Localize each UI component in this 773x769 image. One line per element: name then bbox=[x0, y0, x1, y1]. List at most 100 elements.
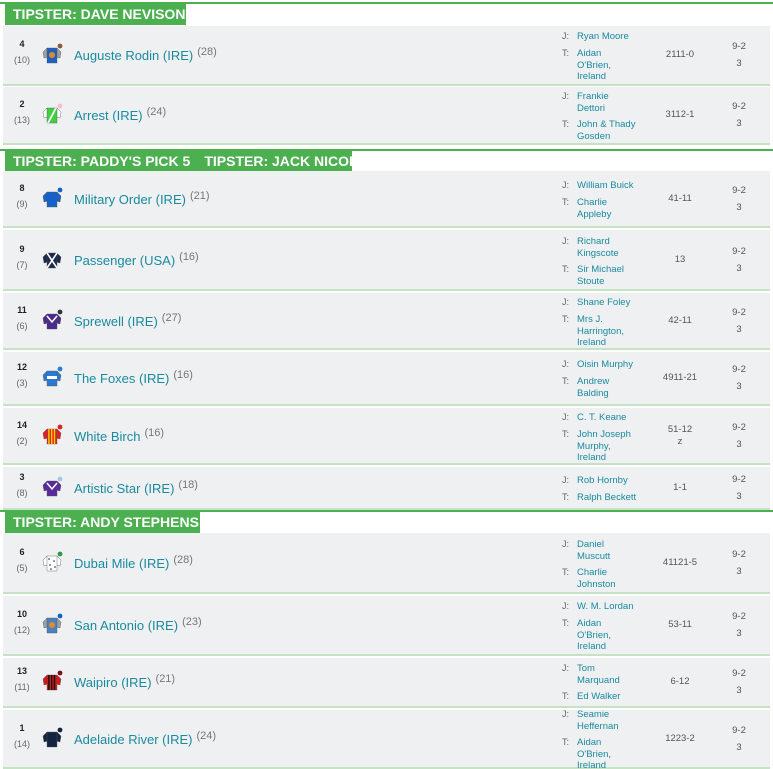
trainer-name-line[interactable]: Charlie bbox=[577, 197, 643, 209]
jockey-name-line[interactable]: William Buick bbox=[577, 180, 643, 192]
odds-bottom[interactable]: 3 bbox=[726, 566, 752, 577]
horse-name-link[interactable]: Military Order (IRE) (21) bbox=[74, 190, 210, 207]
trainer-name-line[interactable]: Ralph Beckett bbox=[577, 492, 643, 504]
horse-name-link[interactable]: White Birch (16) bbox=[74, 427, 164, 444]
odds-top[interactable]: 9-2 bbox=[726, 611, 752, 622]
horse-name-text[interactable]: Military Order (IRE) bbox=[74, 192, 186, 207]
runner-row[interactable]: 6 (5) Dubai Mile (IRE) (28) J: Daniel Muscutt T… bbox=[3, 533, 770, 594]
odds-top[interactable]: 9-2 bbox=[726, 307, 752, 318]
horse-name-text[interactable]: San Antonio (IRE) bbox=[74, 618, 178, 633]
trainer-name-line[interactable]: O'Brien, bbox=[577, 749, 643, 761]
jockey-name[interactable]: Oisin Murphy bbox=[577, 359, 643, 371]
jockey-name-line[interactable]: Richard bbox=[577, 236, 643, 248]
odds-bottom[interactable]: 3 bbox=[726, 202, 752, 213]
odds-top[interactable]: 9-2 bbox=[726, 364, 752, 375]
trainer-name-line[interactable]: Gosden bbox=[577, 131, 643, 143]
trainer-name-line[interactable]: Charlie bbox=[577, 567, 643, 579]
jockey-name[interactable]: William Buick bbox=[577, 180, 643, 192]
horse-name-link[interactable]: Adelaide River (IRE) (24) bbox=[74, 730, 216, 747]
runner-row[interactable]: 13 (11) Waipiro (IRE) (21) J: Tom Marquand T: Ed… bbox=[3, 658, 770, 708]
jockey-name-line[interactable]: Heffernan bbox=[577, 721, 643, 733]
odds-bottom[interactable]: 3 bbox=[726, 381, 752, 392]
jockey-name[interactable]: Ryan Moore bbox=[577, 31, 643, 43]
trainer-name-line[interactable]: Aidan bbox=[577, 48, 643, 60]
odds-top[interactable]: 9-2 bbox=[726, 668, 752, 679]
odds-top[interactable]: 9-2 bbox=[726, 101, 752, 112]
runner-row[interactable]: 12 (3) The Foxes (IRE) (16) J: Oisin Murphy T:… bbox=[3, 352, 770, 406]
horse-name-link[interactable]: San Antonio (IRE) (23) bbox=[74, 616, 202, 633]
trainer-name[interactable]: Sir Michael Stoute bbox=[577, 264, 643, 287]
trainer-name[interactable]: Ed Walker bbox=[577, 691, 643, 703]
trainer-name[interactable]: John & Thady Gosden bbox=[577, 119, 643, 142]
trainer-name-line[interactable]: Ireland bbox=[577, 337, 643, 349]
trainer-name-line[interactable]: O'Brien, bbox=[577, 60, 643, 72]
horse-name-link[interactable]: Arrest (IRE) (24) bbox=[74, 106, 166, 123]
jockey-name-line[interactable]: Rob Hornby bbox=[577, 475, 643, 487]
odds-top[interactable]: 9-2 bbox=[726, 474, 752, 485]
jockey-name[interactable]: C. T. Keane bbox=[577, 412, 643, 424]
trainer-name-line[interactable]: Ireland bbox=[577, 760, 643, 769]
jockey-name[interactable]: Rob Hornby bbox=[577, 475, 643, 487]
trainer-name-line[interactable]: Andrew bbox=[577, 376, 643, 388]
odds-top[interactable]: 9-2 bbox=[726, 185, 752, 196]
trainer-name[interactable]: Mrs J. Harrington, Ireland bbox=[577, 314, 643, 349]
trainer-name-line[interactable]: Aidan bbox=[577, 618, 643, 630]
jockey-name-line[interactable]: Muscutt bbox=[577, 551, 643, 563]
trainer-name-line[interactable]: John Joseph bbox=[577, 429, 643, 441]
trainer-name-line[interactable]: John & Thady bbox=[577, 119, 643, 131]
runner-row[interactable]: 14 (2) White Birch (16) J: C. T. Keane T: John … bbox=[3, 408, 770, 465]
runner-row[interactable]: 3 (8) Artistic Star (IRE) (18) J: Rob Hornby T… bbox=[3, 467, 770, 510]
jockey-name[interactable]: Tom Marquand bbox=[577, 663, 643, 686]
trainer-name-line[interactable]: Aidan bbox=[577, 737, 643, 749]
odds-bottom[interactable]: 3 bbox=[726, 324, 752, 335]
trainer-name-line[interactable]: Appleby bbox=[577, 209, 643, 221]
odds-top[interactable]: 9-2 bbox=[726, 725, 752, 736]
horse-name-text[interactable]: Arrest (IRE) bbox=[74, 108, 143, 123]
trainer-name[interactable]: Andrew Balding bbox=[577, 376, 643, 399]
jockey-name-line[interactable]: Daniel bbox=[577, 539, 643, 551]
jockey-name-line[interactable]: Oisin Murphy bbox=[577, 359, 643, 371]
horse-name-text[interactable]: Auguste Rodin (IRE) bbox=[74, 48, 193, 63]
horse-name-text[interactable]: Dubai Mile (IRE) bbox=[74, 556, 169, 571]
odds-top[interactable]: 9-2 bbox=[726, 41, 752, 52]
jockey-name-line[interactable]: W. M. Lordan bbox=[577, 601, 643, 613]
odds-bottom[interactable]: 3 bbox=[726, 742, 752, 753]
trainer-name-line[interactable]: Balding bbox=[577, 388, 643, 400]
odds-top[interactable]: 9-2 bbox=[726, 422, 752, 433]
jockey-name-line[interactable]: Kingscote bbox=[577, 248, 643, 260]
jockey-name-line[interactable]: Frankie bbox=[577, 91, 643, 103]
jockey-name[interactable]: Richard Kingscote bbox=[577, 236, 643, 259]
trainer-name[interactable]: John Joseph Murphy, Ireland bbox=[577, 429, 643, 464]
jockey-name[interactable]: W. M. Lordan bbox=[577, 601, 643, 613]
trainer-name[interactable]: Ralph Beckett bbox=[577, 492, 643, 504]
horse-name-text[interactable]: Passenger (USA) bbox=[74, 253, 175, 268]
runner-row[interactable]: 11 (6) Sprewell (IRE) (27) J: Shane Foley T: Mr… bbox=[3, 293, 770, 350]
runner-row[interactable]: 1 (14) Adelaide River (IRE) (24) J: Seamie Hef… bbox=[3, 709, 770, 769]
trainer-name-line[interactable]: O'Brien, bbox=[577, 630, 643, 642]
runner-row[interactable]: 9 (7) Passenger (USA) (16) J: Richard Kingscot… bbox=[3, 230, 770, 291]
jockey-name[interactable]: Daniel Muscutt bbox=[577, 539, 643, 562]
jockey-name[interactable]: Seamie Heffernan bbox=[577, 709, 643, 732]
horse-name-link[interactable]: Passenger (USA) (16) bbox=[74, 251, 199, 268]
jockey-name-line[interactable]: Marquand bbox=[577, 675, 643, 687]
jockey-name-line[interactable]: Seamie bbox=[577, 709, 643, 721]
odds-bottom[interactable]: 3 bbox=[726, 491, 752, 502]
horse-name-link[interactable]: Dubai Mile (IRE) (28) bbox=[74, 554, 193, 571]
jockey-name[interactable]: Frankie Dettori bbox=[577, 91, 643, 114]
trainer-name-line[interactable]: Ireland bbox=[577, 71, 643, 83]
trainer-name[interactable]: Charlie Johnston bbox=[577, 567, 643, 590]
horse-name-text[interactable]: The Foxes (IRE) bbox=[74, 371, 169, 386]
jockey-name-line[interactable]: Tom bbox=[577, 663, 643, 675]
horse-name-link[interactable]: Artistic Star (IRE) (18) bbox=[74, 479, 198, 496]
jockey-name-line[interactable]: Shane Foley bbox=[577, 297, 643, 309]
horse-name-text[interactable]: Sprewell (IRE) bbox=[74, 314, 158, 329]
trainer-name-line[interactable]: Ed Walker bbox=[577, 691, 643, 703]
odds-bottom[interactable]: 3 bbox=[726, 628, 752, 639]
trainer-name-line[interactable]: Stoute bbox=[577, 276, 643, 288]
odds-top[interactable]: 9-2 bbox=[726, 549, 752, 560]
trainer-name-line[interactable]: Ireland bbox=[577, 641, 643, 653]
jockey-name-line[interactable]: C. T. Keane bbox=[577, 412, 643, 424]
runner-row[interactable]: 8 (9) Military Order (IRE) (21) J: William Bu… bbox=[3, 171, 770, 228]
runner-row[interactable]: 10 (12) San Antonio (IRE) (23) J: W. M. Lorda… bbox=[3, 596, 770, 656]
jockey-name[interactable]: Shane Foley bbox=[577, 297, 643, 309]
